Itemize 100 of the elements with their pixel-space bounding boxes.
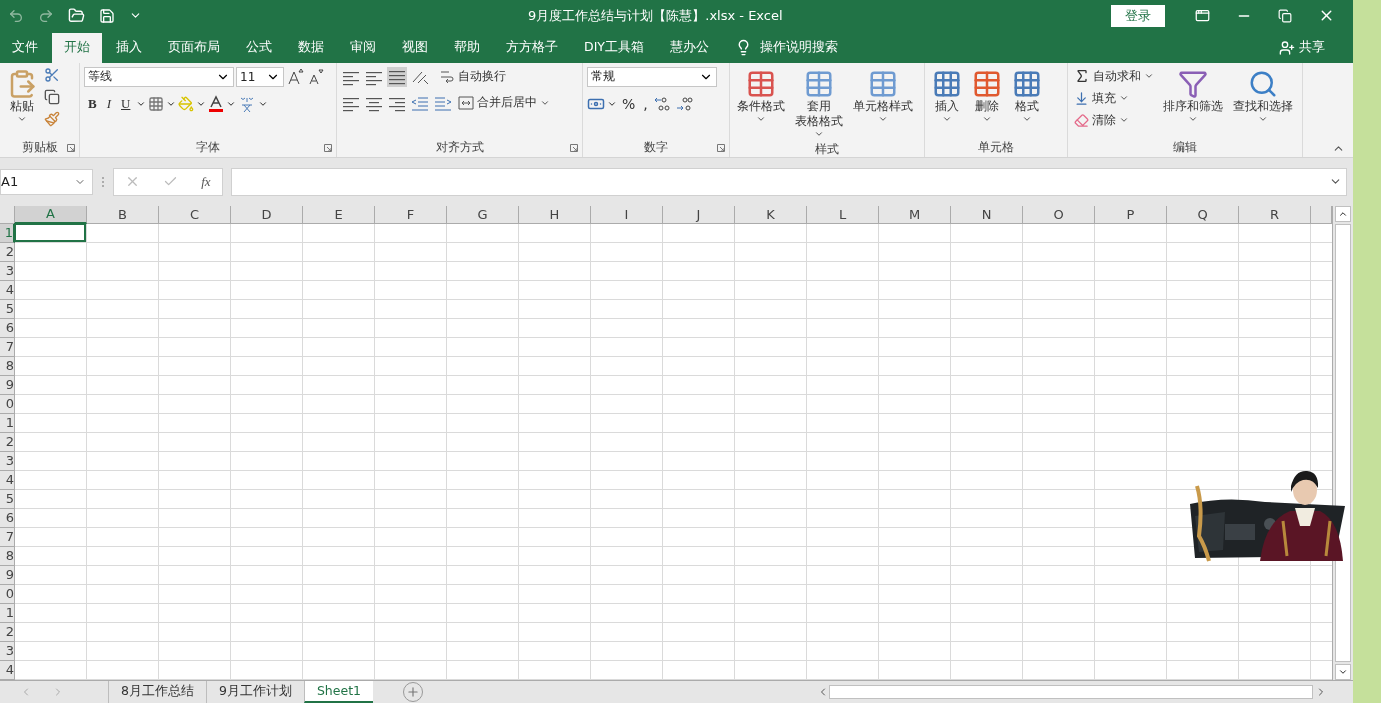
ribbon-tab[interactable]: 公式 [234, 32, 284, 63]
ribbon-tab[interactable]: 视图 [390, 32, 440, 63]
restore-icon[interactable] [1278, 8, 1292, 23]
login-button[interactable]: 登录 [1111, 4, 1165, 27]
ribbon-display-icon[interactable] [1195, 8, 1210, 24]
scroll-up-button[interactable] [1335, 205, 1351, 222]
dialog-launcher-icon[interactable] [570, 143, 578, 152]
share-button[interactable]: 共享 [1273, 32, 1331, 63]
column-header[interactable]: R [1239, 205, 1311, 224]
clear-button[interactable]: 清除 [1072, 110, 1156, 130]
column-header[interactable]: Q [1167, 205, 1239, 224]
group-label: 数字 [644, 138, 668, 156]
down-arrow-icon [1074, 90, 1089, 106]
borders-icon[interactable] [148, 95, 165, 112]
column-header[interactable]: I [591, 205, 663, 224]
formula-field[interactable] [231, 167, 1347, 196]
italic-button[interactable]: I [102, 95, 115, 112]
tell-me-search[interactable]: 操作说明搜索 [759, 39, 838, 57]
wrap-text-button[interactable]: 自动换行 [437, 67, 508, 87]
style-button[interactable]: 单元格样式 [850, 66, 916, 141]
column-header[interactable]: J [663, 205, 735, 224]
merge-icon [458, 94, 474, 111]
undo-icon[interactable] [8, 7, 24, 24]
ribbon-tab[interactable]: 方方格子 [494, 32, 570, 63]
group-label: 剪贴板 [21, 138, 58, 156]
dialog-launcher-icon[interactable] [717, 143, 725, 152]
wrap-icon [439, 68, 455, 85]
window-title: 9月度工作总结与计划【陈慧】.xlsx - Excel [528, 6, 784, 25]
column-header[interactable]: K [735, 205, 807, 224]
paintbrush-icon[interactable] [44, 110, 60, 127]
scroll-down-button[interactable] [1335, 663, 1351, 680]
underline-button[interactable]: U [117, 95, 135, 112]
column-header[interactable]: L [807, 205, 879, 224]
font-size-field[interactable]: 11 [236, 66, 284, 87]
column-header[interactable]: D [231, 205, 303, 224]
save-icon[interactable] [99, 7, 115, 24]
open-folder-icon[interactable] [68, 7, 85, 25]
ribbon-tab[interactable]: 插入 [104, 32, 154, 63]
sheet-tab[interactable]: Sheet1 [303, 680, 373, 703]
sort-filter-button[interactable]: 排序和筛选 [1160, 66, 1226, 139]
insert-function-button[interactable]: fx [201, 173, 211, 190]
shrink-font-icon[interactable] [306, 67, 324, 86]
column-header[interactable]: P [1095, 205, 1167, 224]
dialog-launcher-icon[interactable] [324, 143, 332, 152]
increase-decimal-icon[interactable] [652, 94, 673, 113]
scroll-thumb[interactable] [1335, 223, 1351, 662]
number-format-field[interactable]: 常规 [587, 66, 717, 87]
ribbon-tab[interactable]: 页面布局 [156, 32, 232, 63]
ribbon-tab[interactable]: 慧办公 [657, 32, 721, 63]
horizontal-scroll-thumb[interactable] [829, 684, 1313, 699]
ribbon-tab[interactable]: DIY工具箱 [572, 32, 656, 63]
person-plus-icon [1279, 39, 1295, 56]
column-header[interactable]: A [15, 205, 87, 224]
font-color-icon[interactable] [208, 94, 225, 113]
redo-icon[interactable] [38, 7, 54, 24]
group-label: 编辑 [1173, 138, 1197, 156]
column-header[interactable]: C [159, 205, 231, 224]
decrease-decimal-icon[interactable] [674, 94, 695, 113]
ribbon-tab[interactable]: 数据 [286, 32, 336, 63]
grow-font-icon[interactable] [286, 67, 304, 86]
cells-button[interactable]: 插入 [929, 66, 965, 139]
paste-button[interactable]: 粘贴 [4, 66, 40, 139]
ribbon-tab[interactable]: 文件 [0, 32, 50, 63]
eraser-icon [1074, 112, 1089, 128]
ribbon-tab[interactable]: 帮助 [442, 32, 492, 63]
style-button[interactable]: 条件格式 [734, 66, 788, 141]
copy-icon[interactable] [44, 88, 60, 105]
group-label: 字体 [196, 138, 220, 156]
fill-color-icon[interactable] [178, 95, 195, 112]
column-header[interactable]: F [375, 205, 447, 224]
group-label: 单元格 [978, 138, 1014, 156]
column-header[interactable]: E [303, 205, 375, 224]
percent-button[interactable]: % [619, 95, 639, 112]
style-button[interactable]: 套用 表格格式 [792, 66, 846, 141]
autosum-button[interactable]: 自动求和 [1072, 66, 1156, 86]
fill-button[interactable]: 填充 [1072, 88, 1156, 108]
more-icon [101, 175, 105, 188]
column-header[interactable]: O [1023, 205, 1095, 224]
selected-cell[interactable] [14, 222, 86, 242]
column-header[interactable]: B [87, 205, 159, 224]
bold-button[interactable]: B [84, 95, 101, 112]
column-header[interactable]: M [879, 205, 951, 224]
cells-button[interactable]: 格式 [1009, 66, 1045, 139]
find-select-button[interactable]: 查找和选择 [1230, 66, 1296, 139]
column-header[interactable]: H [519, 205, 591, 224]
merge-center-button[interactable]: 合并后居中 [456, 93, 552, 113]
sheet-tab[interactable]: 9月工作计划 [205, 680, 304, 703]
name-box[interactable]: A1 [0, 168, 93, 195]
dialog-launcher-icon[interactable] [67, 143, 75, 152]
comma-style-button[interactable]: , [640, 95, 651, 112]
plus-icon [406, 684, 420, 699]
font-name-field[interactable]: 等线 [84, 66, 234, 87]
ribbon-tab[interactable]: 审阅 [338, 32, 388, 63]
scissors-icon[interactable] [44, 66, 60, 83]
column-header[interactable]: N [951, 205, 1023, 224]
sheet-tab[interactable]: 8月工作总结 [108, 680, 206, 703]
bottom-align-icon[interactable] [387, 66, 407, 87]
column-header[interactable]: G [447, 205, 519, 224]
cells-button[interactable]: 删除 [969, 66, 1005, 139]
ribbon-tab[interactable]: 开始 [52, 32, 102, 63]
